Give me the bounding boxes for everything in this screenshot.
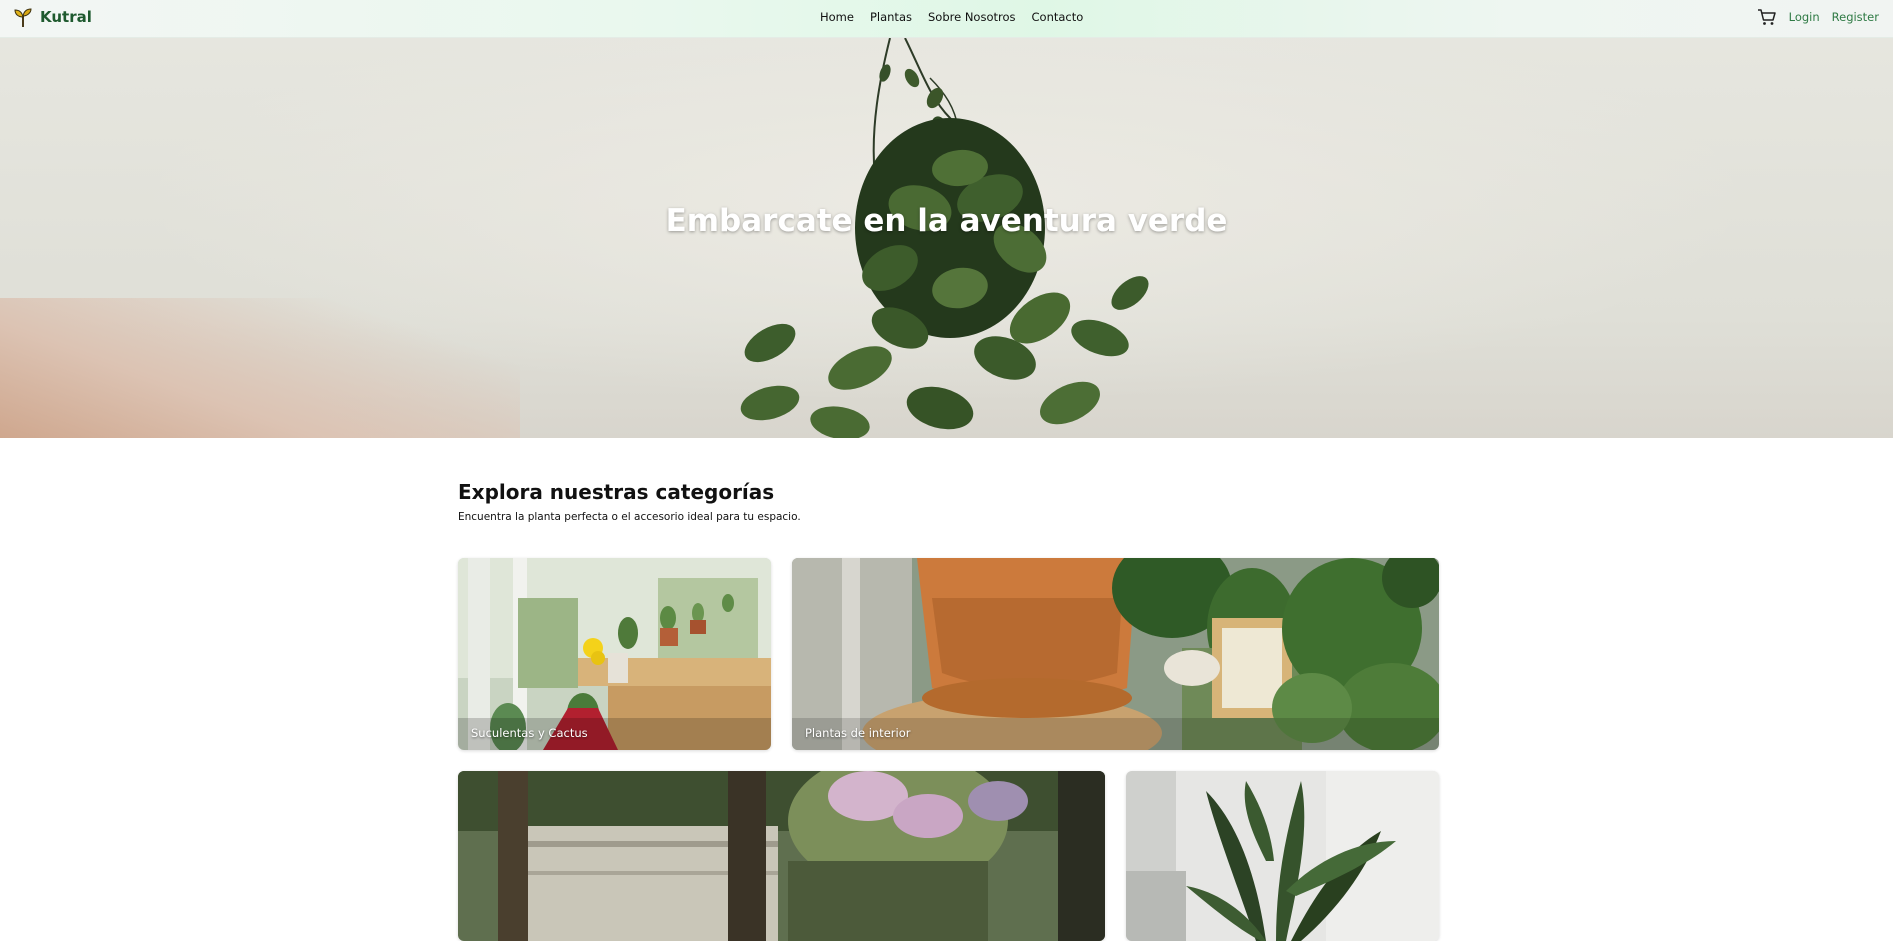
- indoor-plants-image: [792, 558, 1439, 750]
- category-card-exterior[interactable]: [1126, 771, 1439, 941]
- main-nav: Home Plantas Sobre Nosotros Contacto: [820, 10, 1083, 24]
- brand-home-link[interactable]: Kutral: [12, 6, 92, 28]
- nav-actions: Login Register: [1757, 7, 1879, 27]
- category-card-jardin[interactable]: [458, 771, 1105, 941]
- top-navbar: Kutral Home Plantas Sobre Nosotros Conta…: [0, 0, 1893, 38]
- category-card-suculentas[interactable]: Suculentas y Cactus: [458, 558, 771, 750]
- register-link[interactable]: Register: [1832, 10, 1879, 24]
- nav-link-sobre-nosotros[interactable]: Sobre Nosotros: [928, 10, 1016, 24]
- categories-subtitle: Encuentra la planta perfecta o el acceso…: [458, 511, 801, 523]
- category-label: Plantas de interior: [805, 726, 911, 740]
- category-label: Suculentas y Cactus: [471, 726, 588, 740]
- cart-icon[interactable]: [1757, 7, 1777, 27]
- nav-link-contacto[interactable]: Contacto: [1032, 10, 1084, 24]
- nav-link-plantas[interactable]: Plantas: [870, 10, 912, 24]
- bird-of-paradise-image: [1126, 771, 1439, 941]
- garden-image: [458, 771, 1105, 941]
- hero-banner: Embarcate en la aventura verde: [0, 38, 1893, 438]
- categories-title: Explora nuestras categorías: [458, 480, 775, 504]
- hero-title: Embarcate en la aventura verde: [665, 203, 1228, 239]
- nav-link-home[interactable]: Home: [820, 10, 854, 24]
- brand-name: Kutral: [40, 8, 92, 26]
- category-card-plantas-interior[interactable]: Plantas de interior: [792, 558, 1439, 750]
- sprout-logo-icon: [14, 8, 32, 27]
- login-link[interactable]: Login: [1789, 10, 1820, 24]
- succulents-window-image: [458, 558, 771, 750]
